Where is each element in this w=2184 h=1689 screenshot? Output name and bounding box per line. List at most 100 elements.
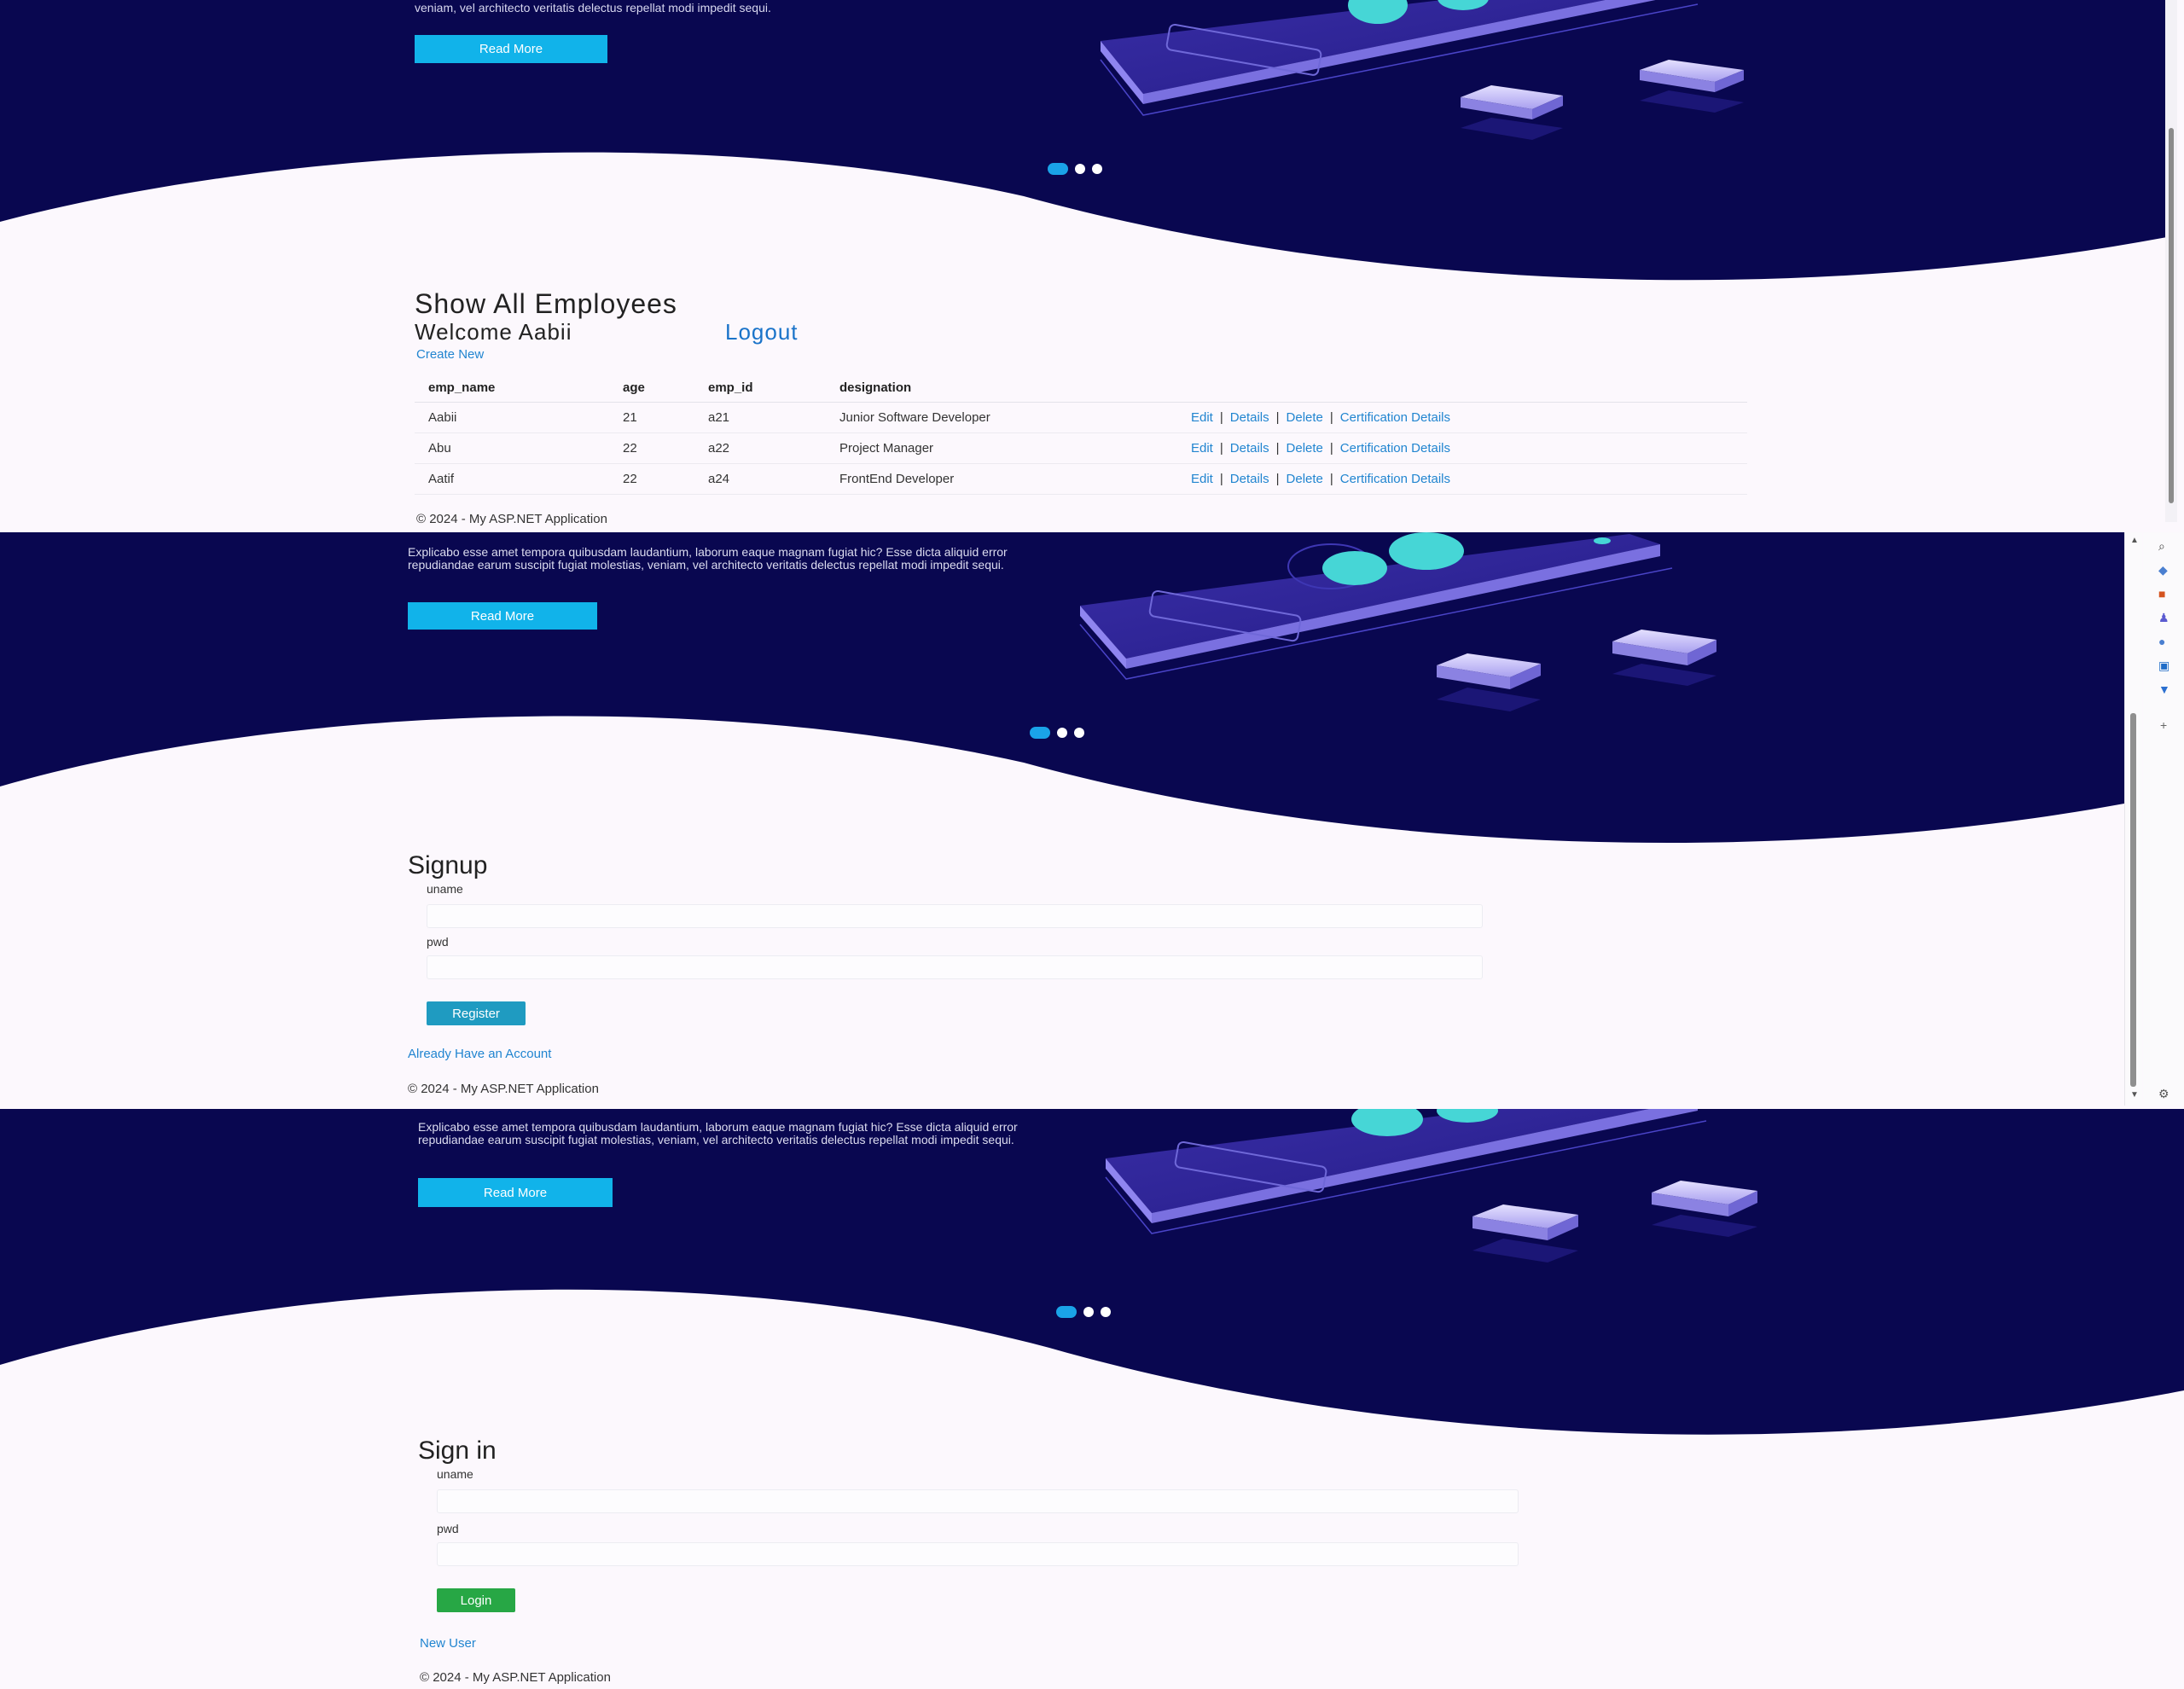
people-icon[interactable]: ♟ [2158, 611, 2169, 625]
login-button[interactable]: Login [437, 1588, 515, 1612]
employees-panel: veniam, vel architecto veritatis delectu… [0, 0, 2184, 532]
scroll-up-arrow[interactable]: ▲ [2130, 536, 2139, 545]
cell-age: 21 [609, 402, 694, 433]
carousel-indicators [1048, 163, 1102, 175]
register-button[interactable]: Register [427, 1001, 526, 1025]
delete-link[interactable]: Delete [1287, 441, 1323, 456]
table-row: Aatif 22 a24 FrontEnd Developer Edit | Details… [415, 463, 1747, 495]
footer: © 2024 - My ASP.NET Application [408, 1082, 599, 1096]
cell-age: 22 [609, 463, 694, 495]
cell-designation: Junior Software Developer [826, 402, 1177, 433]
row-actions: Edit | Details | Delete | Certification Detail… [1177, 432, 1747, 464]
separator: | [1219, 410, 1223, 425]
cell-designation: FrontEnd Developer [826, 463, 1177, 495]
separator: | [1329, 472, 1333, 486]
carousel-dot-1[interactable] [1056, 1306, 1077, 1318]
add-icon[interactable]: + [2160, 718, 2167, 732]
cell-emp-name: Abu [415, 432, 609, 464]
col-emp-name: emp_name [415, 373, 609, 403]
scrollbar-track[interactable] [2165, 0, 2177, 522]
uname-label: uname [437, 1467, 473, 1481]
welcome-text: Welcome Aabii [415, 319, 572, 345]
table-row: Aabii 21 a21 Junior Software Developer Edit |… [415, 402, 1747, 433]
carousel-dot-3[interactable] [1092, 164, 1102, 174]
certification-details-link[interactable]: Certification Details [1340, 472, 1450, 486]
signup-title: Signup [408, 851, 488, 879]
certification-details-link[interactable]: Certification Details [1340, 441, 1450, 456]
read-more-button[interactable]: Read More [418, 1178, 613, 1207]
col-actions [1177, 373, 1747, 403]
footer: © 2024 - My ASP.NET Application [420, 1670, 611, 1685]
uname-input[interactable] [427, 904, 1483, 928]
row-actions: Edit | Details | Delete | Certification Detail… [1177, 463, 1747, 495]
create-new-link[interactable]: Create New [416, 347, 484, 362]
search-icon[interactable]: ⌕ [2158, 539, 2165, 554]
scroll-down-arrow[interactable]: ▼ [2130, 1090, 2139, 1100]
page-title: Show All Employees [415, 288, 677, 319]
footer: © 2024 - My ASP.NET Application [416, 512, 607, 526]
edit-link[interactable]: Edit [1191, 410, 1213, 425]
carousel-dot-2[interactable] [1075, 164, 1085, 174]
separator: | [1219, 472, 1223, 486]
signin-panel: Explicabo esse amet tempora quibusdam la… [0, 1109, 2184, 1689]
signin-title: Sign in [418, 1437, 497, 1465]
outlook-icon[interactable]: ▣ [2158, 659, 2169, 673]
logout-link[interactable]: Logout [725, 319, 799, 345]
shopping-icon[interactable]: ▼ [2158, 682, 2170, 696]
edit-link[interactable]: Edit [1191, 472, 1213, 486]
delete-link[interactable]: Delete [1287, 472, 1323, 486]
briefcase-icon[interactable]: ■ [2158, 587, 2165, 601]
table-row: Abu 22 a22 Project Manager Edit | Details | Dele… [415, 432, 1747, 464]
copilot-icon[interactable]: ● [2158, 635, 2165, 648]
carousel-indicators [1030, 727, 1084, 739]
hero-description: Explicabo esse amet tempora quibusdam la… [418, 1120, 1018, 1146]
separator: | [1275, 472, 1280, 486]
cell-emp-name: Aatif [415, 463, 609, 495]
delete-link[interactable]: Delete [1287, 410, 1323, 425]
details-link[interactable]: Details [1230, 441, 1269, 456]
cell-emp-name: Aabii [415, 402, 609, 433]
cell-emp-id: a21 [694, 402, 826, 433]
employees-table: emp_name age emp_id designation Aabii 21 a… [415, 373, 1747, 495]
cell-emp-id: a22 [694, 432, 826, 464]
col-emp-id: emp_id [694, 373, 826, 403]
carousel-dot-2[interactable] [1057, 728, 1067, 738]
settings-icon[interactable]: ⚙ [2158, 1087, 2169, 1101]
pwd-input[interactable] [427, 955, 1483, 979]
hero-description: veniam, vel architecto veritatis delectu… [415, 1, 771, 15]
new-user-link[interactable]: New User [420, 1636, 476, 1651]
separator: | [1275, 410, 1280, 425]
read-more-button[interactable]: Read More [408, 602, 597, 630]
scrollbar-track[interactable]: ▲ ▼ [2124, 532, 2142, 1106]
certification-details-link[interactable]: Certification Details [1340, 410, 1450, 425]
pwd-input[interactable] [437, 1542, 1519, 1566]
carousel-dot-1[interactable] [1048, 163, 1068, 175]
carousel-dot-2[interactable] [1083, 1307, 1094, 1317]
separator: | [1329, 410, 1333, 425]
hero-background [0, 532, 2124, 843]
browser-sidebar: ⌕ ◆ ■ ♟ ● ▣ ▼ + ⚙ [2143, 532, 2184, 1106]
cell-emp-id: a24 [694, 463, 826, 495]
cell-age: 22 [609, 432, 694, 464]
read-more-button[interactable]: Read More [415, 35, 607, 63]
tag-icon[interactable]: ◆ [2158, 563, 2168, 578]
scrollbar-thumb[interactable] [2130, 713, 2136, 1087]
hero-background [0, 1109, 2184, 1435]
hero-description: Explicabo esse amet tempora quibusdam la… [408, 545, 1008, 572]
row-actions: Edit | Details | Delete | Certification Detail… [1177, 402, 1747, 433]
carousel-dot-3[interactable] [1074, 728, 1084, 738]
table-header-row: emp_name age emp_id designation [415, 373, 1747, 403]
edit-link[interactable]: Edit [1191, 441, 1213, 456]
uname-input[interactable] [437, 1489, 1519, 1513]
cell-designation: Project Manager [826, 432, 1177, 464]
carousel-indicators [1056, 1306, 1111, 1318]
carousel-dot-1[interactable] [1030, 727, 1050, 739]
scrollbar-thumb[interactable] [2169, 128, 2174, 503]
carousel-dot-3[interactable] [1101, 1307, 1111, 1317]
separator: | [1219, 441, 1223, 456]
uname-label: uname [427, 882, 463, 896]
details-link[interactable]: Details [1230, 472, 1269, 486]
pwd-label: pwd [437, 1522, 459, 1535]
already-have-account-link[interactable]: Already Have an Account [408, 1047, 551, 1061]
details-link[interactable]: Details [1230, 410, 1269, 425]
